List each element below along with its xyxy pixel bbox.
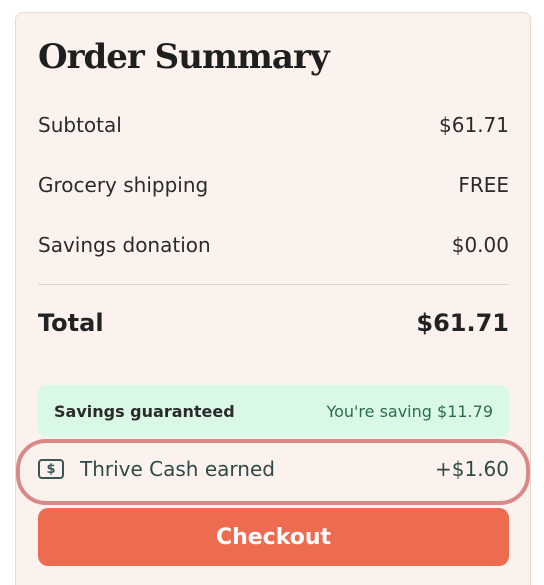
- thrive-cash-label: Thrive Cash earned: [80, 457, 275, 481]
- savings-guaranteed-banner: Savings guaranteed You're saving $11.79: [38, 385, 509, 437]
- donation-value: $0.00: [451, 233, 509, 257]
- savings-value: You're saving $11.79: [326, 401, 493, 421]
- divider: [38, 284, 509, 285]
- checkout-button[interactable]: Checkout: [38, 508, 509, 566]
- subtotal-row: Subtotal $61.71: [38, 113, 509, 137]
- subtotal-value: $61.71: [439, 113, 509, 137]
- order-summary-panel: Order Summary Subtotal $61.71 Grocery sh…: [15, 12, 531, 585]
- savings-label: Savings guaranteed: [54, 401, 235, 421]
- shipping-row: Grocery shipping FREE: [38, 173, 509, 197]
- shipping-value: FREE: [458, 173, 509, 197]
- total-row: Total $61.71: [38, 309, 509, 337]
- dollar-bill-icon: $: [38, 459, 64, 479]
- page-title: Order Summary: [38, 37, 330, 77]
- shipping-label: Grocery shipping: [38, 173, 209, 197]
- total-label: Total: [38, 309, 104, 337]
- thrive-cash-row: $ Thrive Cash earned +$1.60: [38, 457, 509, 481]
- subtotal-label: Subtotal: [38, 113, 122, 137]
- donation-label: Savings donation: [38, 233, 211, 257]
- donation-row: Savings donation $0.00: [38, 233, 509, 257]
- thrive-cash-value: +$1.60: [434, 457, 509, 481]
- total-value: $61.71: [416, 309, 509, 337]
